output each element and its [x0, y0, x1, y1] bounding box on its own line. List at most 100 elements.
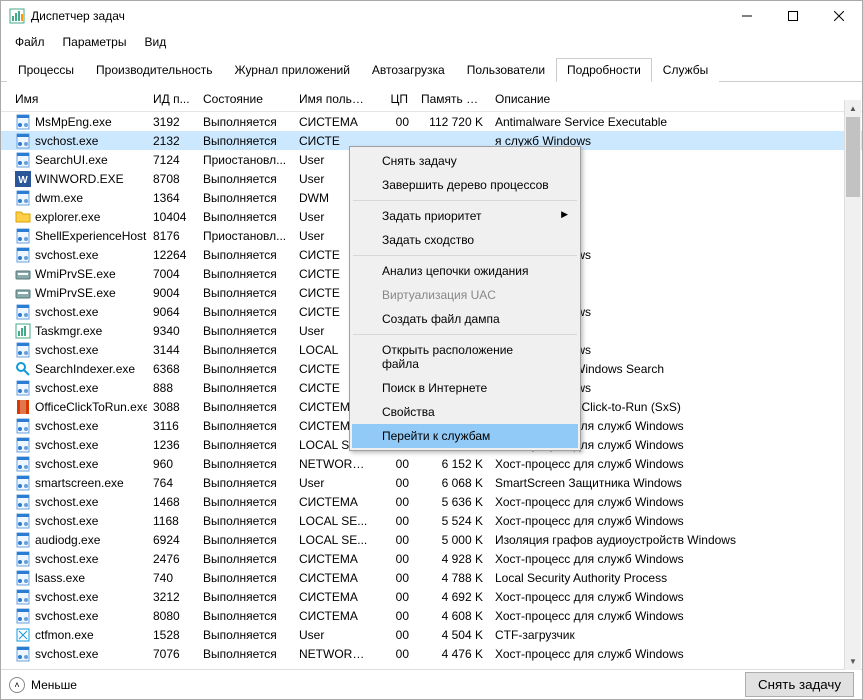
- process-pid: 7004: [147, 267, 197, 281]
- tab-2[interactable]: Журнал приложений: [224, 58, 361, 82]
- tab-6[interactable]: Службы: [652, 58, 719, 82]
- process-state: Выполняется: [197, 552, 293, 566]
- process-state: Выполняется: [197, 571, 293, 585]
- col-pid[interactable]: ИД п...: [147, 88, 197, 110]
- context-menu-item[interactable]: Задать приоритет▶: [352, 204, 578, 228]
- process-state: Приостановл...: [197, 229, 293, 243]
- process-name: lsass.exe: [35, 571, 85, 585]
- process-pid: 12264: [147, 248, 197, 262]
- process-state: Выполняется: [197, 381, 293, 395]
- context-menu-item[interactable]: Завершить дерево процессов: [352, 173, 578, 197]
- process-pid: 3144: [147, 343, 197, 357]
- titlebar: Диспетчер задач: [1, 1, 862, 31]
- tab-1[interactable]: Производительность: [85, 58, 223, 82]
- col-cpu[interactable]: ЦП: [375, 88, 415, 110]
- fewer-details-button[interactable]: ˄ Меньше: [9, 677, 77, 693]
- scroll-thumb[interactable]: [846, 117, 860, 197]
- table-row[interactable]: svchost.exe960ВыполняетсяNETWORK...006 1…: [1, 454, 862, 473]
- process-desc: Хост-процесс для служб Windows: [489, 647, 862, 661]
- process-state: Выполняется: [197, 115, 293, 129]
- process-pid: 740: [147, 571, 197, 585]
- process-user: СИСТЕМА: [293, 609, 375, 623]
- context-menu-item[interactable]: Свойства: [352, 400, 578, 424]
- process-cpu: 00: [375, 571, 415, 585]
- menu-вид[interactable]: Вид: [136, 33, 174, 51]
- table-row[interactable]: audiodg.exe6924ВыполняетсяLOCAL SE...005…: [1, 530, 862, 549]
- process-name: svchost.exe: [35, 343, 98, 357]
- context-menu-item[interactable]: Перейти к службам: [352, 424, 578, 448]
- process-name: WmiPrvSE.exe: [35, 286, 116, 300]
- process-user: СИСТЕМА: [293, 115, 375, 129]
- minimize-button[interactable]: [724, 1, 770, 31]
- table-row[interactable]: svchost.exe8080ВыполняетсяСИСТЕМА004 608…: [1, 606, 862, 625]
- process-name: smartscreen.exe: [35, 476, 124, 490]
- table-row[interactable]: svchost.exe1168ВыполняетсяLOCAL SE...005…: [1, 511, 862, 530]
- process-pid: 1168: [147, 514, 197, 528]
- process-pid: 1364: [147, 191, 197, 205]
- process-pid: 6368: [147, 362, 197, 376]
- process-user: User: [293, 628, 375, 642]
- table-row[interactable]: lsass.exe740ВыполняетсяСИСТЕМА004 788 KL…: [1, 568, 862, 587]
- process-user: NETWORK...: [293, 457, 375, 471]
- window-title: Диспетчер задач: [31, 9, 125, 23]
- table-row[interactable]: svchost.exe1468ВыполняетсяСИСТЕМА005 636…: [1, 492, 862, 511]
- context-menu-item[interactable]: Снять задачу: [352, 149, 578, 173]
- vertical-scrollbar[interactable]: ▲ ▼: [844, 100, 861, 670]
- process-name: ctfmon.exe: [35, 628, 94, 642]
- table-row[interactable]: svchost.exe7076ВыполняетсяNETWORK...004 …: [1, 644, 862, 663]
- scroll-up-icon[interactable]: ▲: [845, 100, 861, 117]
- process-desc: Хост-процесс для служб Windows: [489, 609, 862, 623]
- tab-4[interactable]: Пользователи: [456, 58, 556, 82]
- process-state: Выполняется: [197, 210, 293, 224]
- process-memory: 6 068 K: [415, 476, 489, 490]
- process-pid: 3212: [147, 590, 197, 604]
- table-row[interactable]: svchost.exe2476ВыполняетсяСИСТЕМА004 928…: [1, 549, 862, 568]
- table-row[interactable]: smartscreen.exe764ВыполняетсяUser006 068…: [1, 473, 862, 492]
- context-menu-item[interactable]: Поиск в Интернете: [352, 376, 578, 400]
- menubar: ФайлПараметрыВид: [1, 31, 862, 53]
- process-cpu: 00: [375, 514, 415, 528]
- table-row[interactable]: MsMpEng.exe3192ВыполняетсяСИСТЕМА00112 7…: [1, 112, 862, 131]
- process-pid: 3116: [147, 419, 197, 433]
- maximize-button[interactable]: [770, 1, 816, 31]
- col-description[interactable]: Описание: [489, 88, 862, 110]
- process-state: Выполняется: [197, 248, 293, 262]
- context-menu-item[interactable]: Открыть расположение файла: [352, 338, 578, 376]
- chevron-up-icon: ˄: [9, 677, 25, 693]
- process-name: svchost.exe: [35, 134, 98, 148]
- process-cpu: 00: [375, 590, 415, 604]
- process-pid: 2476: [147, 552, 197, 566]
- process-state: Выполняется: [197, 476, 293, 490]
- menu-параметры[interactable]: Параметры: [55, 33, 135, 51]
- process-pid: 7124: [147, 153, 197, 167]
- tab-3[interactable]: Автозагрузка: [361, 58, 456, 82]
- context-menu-item[interactable]: Задать сходство: [352, 228, 578, 252]
- close-button[interactable]: [816, 1, 862, 31]
- process-name: svchost.exe: [35, 381, 98, 395]
- process-cpu: 00: [375, 457, 415, 471]
- end-task-button[interactable]: Снять задачу: [745, 672, 854, 697]
- context-menu-item[interactable]: Создать файл дампа: [352, 307, 578, 331]
- process-name: svchost.exe: [35, 514, 98, 528]
- col-memory[interactable]: Память (ч...▾: [415, 88, 489, 110]
- col-user[interactable]: Имя пользо...: [293, 88, 375, 110]
- process-name: dwm.exe: [35, 191, 83, 205]
- col-name[interactable]: Имя: [9, 88, 147, 110]
- process-user: СИСТЕМА: [293, 571, 375, 585]
- process-memory: 5 000 K: [415, 533, 489, 547]
- process-state: Выполняется: [197, 343, 293, 357]
- tab-5[interactable]: Подробности: [556, 58, 652, 82]
- table-header: Имя ИД п... Состояние Имя пользо... ЦП П…: [1, 86, 862, 112]
- context-menu-item[interactable]: Анализ цепочки ожидания: [352, 259, 578, 283]
- process-desc: Изоляция графов аудиоустройств Windows: [489, 533, 862, 547]
- scroll-down-icon[interactable]: ▼: [845, 653, 861, 670]
- tab-0[interactable]: Процессы: [7, 58, 85, 82]
- menu-файл[interactable]: Файл: [7, 33, 53, 51]
- process-name: svchost.exe: [35, 419, 98, 433]
- col-state[interactable]: Состояние: [197, 88, 293, 110]
- table-row[interactable]: svchost.exe3212ВыполняетсяСИСТЕМА004 692…: [1, 587, 862, 606]
- process-cpu: 00: [375, 115, 415, 129]
- process-state: Выполняется: [197, 647, 293, 661]
- table-row[interactable]: ctfmon.exe1528ВыполняетсяUser004 504 KCT…: [1, 625, 862, 644]
- context-menu-item: Виртуализация UAC: [352, 283, 578, 307]
